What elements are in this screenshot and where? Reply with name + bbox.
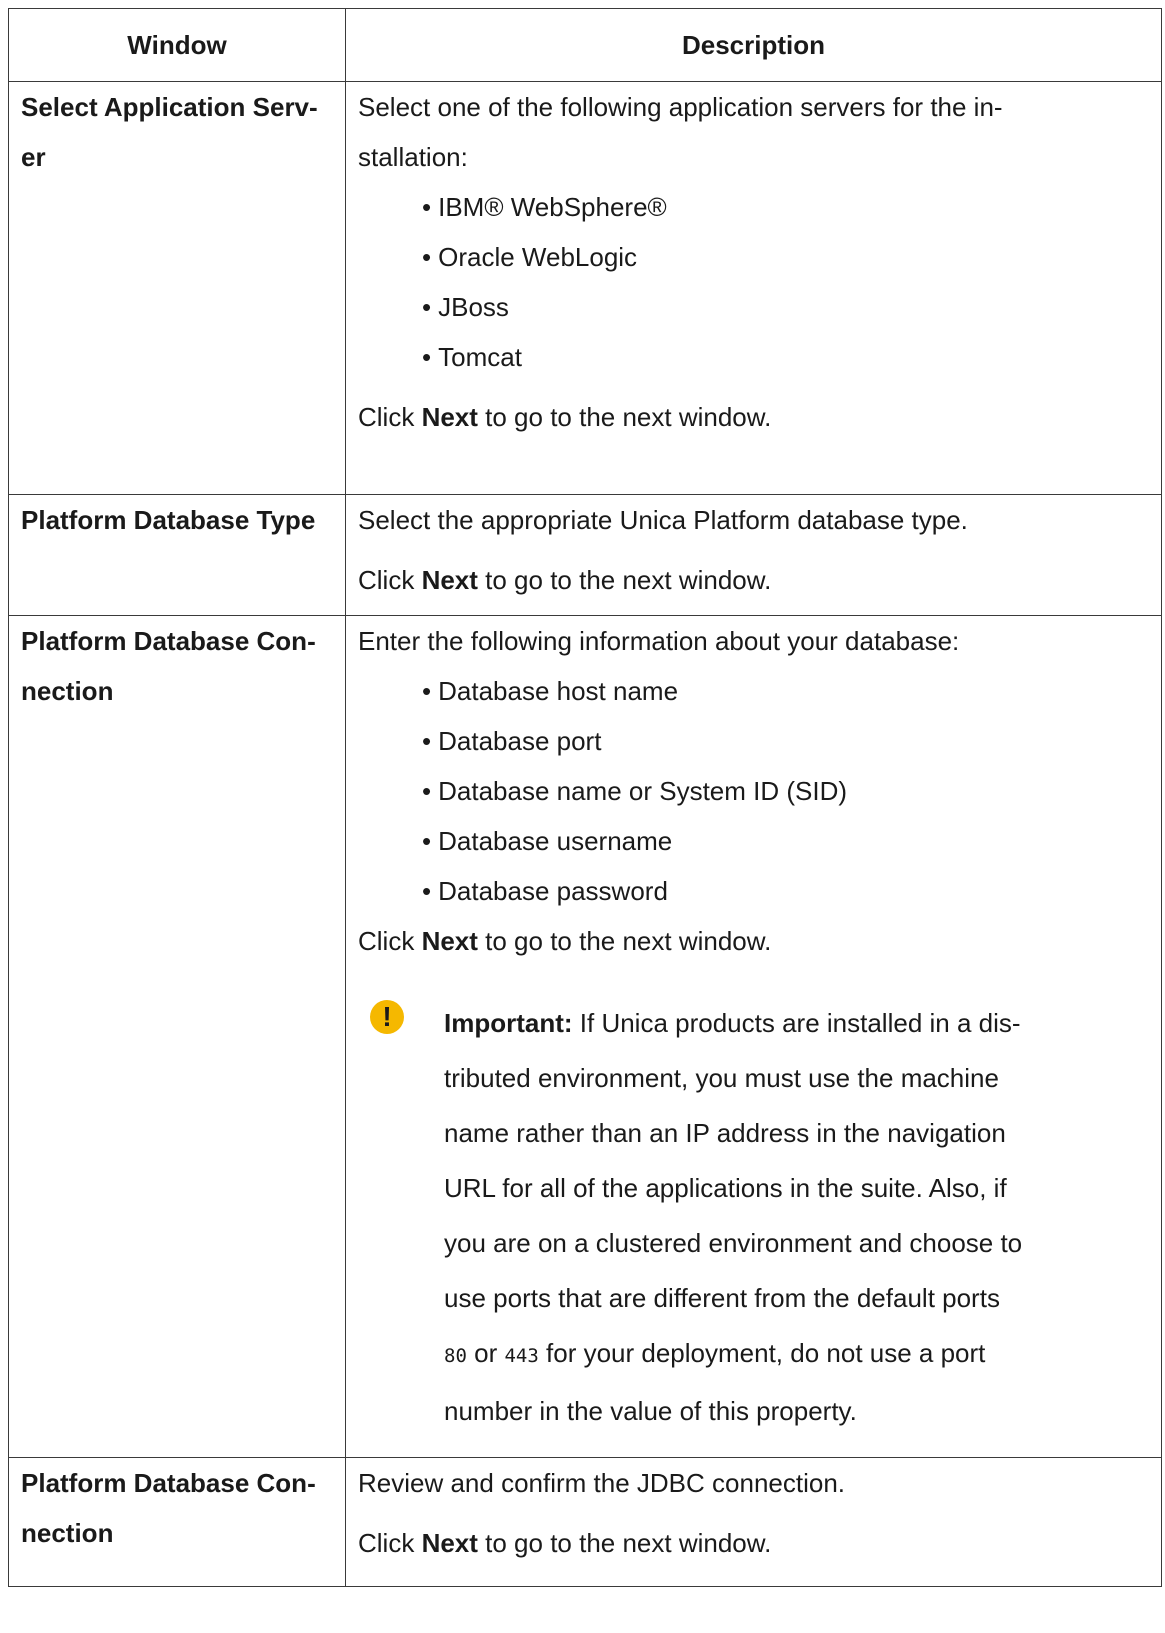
click-suffix: to go to the next window. [477, 926, 772, 956]
table-row: Platform Database Type Select the approp… [8, 494, 1162, 616]
table-row: Platform Database Con- nection Enter the… [8, 615, 1162, 1458]
port-80: 80 [444, 1345, 467, 1367]
next-keyword: Next [421, 926, 478, 956]
list-item: JBoss [422, 282, 1149, 332]
click-suffix: to go to the next window. [477, 565, 772, 595]
window-name: Select Application Serv- er [8, 81, 346, 495]
next-keyword: Next [421, 565, 478, 595]
important-note: ! Important: If Unica products are insta… [358, 996, 1149, 1439]
description-cell: Enter the following information about yo… [345, 615, 1162, 1458]
click-prefix: Click [358, 926, 422, 956]
next-keyword: Next [421, 1528, 478, 1558]
intro-text: Select the appropriate Unica Platform da… [358, 505, 968, 535]
description-cell: Select the appropriate Unica Platform da… [345, 494, 1162, 616]
note-or: or [466, 1338, 505, 1368]
click-suffix: to go to the next window. [477, 402, 772, 432]
click-prefix: Click [358, 565, 422, 595]
description-cell: Review and confirm the JDBC connection. … [345, 1457, 1162, 1587]
window-name-text: Platform Database Con- nection [21, 626, 316, 706]
list-item: Database password [422, 866, 1149, 916]
exclamation-icon: ! [370, 1000, 404, 1034]
click-prefix: Click [358, 402, 422, 432]
window-name: Platform Database Con- nection [8, 1457, 346, 1587]
important-note-text: Important: If Unica products are install… [444, 996, 1022, 1439]
window-name: Platform Database Con- nection [8, 615, 346, 1458]
click-suffix: to go to the next window. [477, 1528, 772, 1558]
click-next-instruction: Click Next to go to the next window. [358, 1518, 1149, 1568]
window-name-text: Platform Database Type [21, 505, 316, 535]
table-row: Select Application Serv- er Select one o… [8, 81, 1162, 495]
windows-table: Window Description Select Application Se… [8, 8, 1162, 1587]
list-item: Tomcat [422, 332, 1149, 382]
important-label: Important: [444, 1008, 573, 1038]
window-name: Platform Database Type [8, 494, 346, 616]
window-name-text: Platform Database Con- nection [21, 1468, 316, 1548]
header-window: Window [8, 8, 346, 82]
intro-text: Enter the following information about yo… [358, 626, 960, 656]
click-next-instruction: Click Next to go to the next window. [358, 555, 1149, 605]
note-body-1: If Unica products are installed in a dis… [444, 1008, 1023, 1313]
list-item: Oracle WebLogic [422, 232, 1149, 282]
table-row: Platform Database Con- nection Review an… [8, 1457, 1162, 1587]
port-443: 443 [504, 1345, 539, 1367]
list-item: Database username [422, 816, 1149, 866]
list-item: Database host name [422, 666, 1149, 716]
list-item: IBM® WebSphere® [422, 182, 1149, 232]
header-description: Description [345, 8, 1162, 82]
description-cell: Select one of the following application … [345, 81, 1162, 495]
server-list: IBM® WebSphere® Oracle WebLogic JBoss To… [358, 182, 1149, 382]
list-item: Database port [422, 716, 1149, 766]
table-header-row: Window Description [8, 8, 1162, 82]
click-prefix: Click [358, 1528, 422, 1558]
click-next-instruction: Click Next to go to the next window. [358, 916, 1149, 966]
intro-text: Review and confirm the JDBC connection. [358, 1468, 846, 1498]
click-next-instruction: Click Next to go to the next window. [358, 392, 1149, 442]
intro-text: Select one of the following application … [358, 92, 1003, 172]
next-keyword: Next [421, 402, 478, 432]
database-info-list: Database host name Database port Databas… [358, 666, 1149, 916]
window-name-text: Select Application Serv- er [21, 92, 318, 172]
list-item: Database name or System ID (SID) [422, 766, 1149, 816]
